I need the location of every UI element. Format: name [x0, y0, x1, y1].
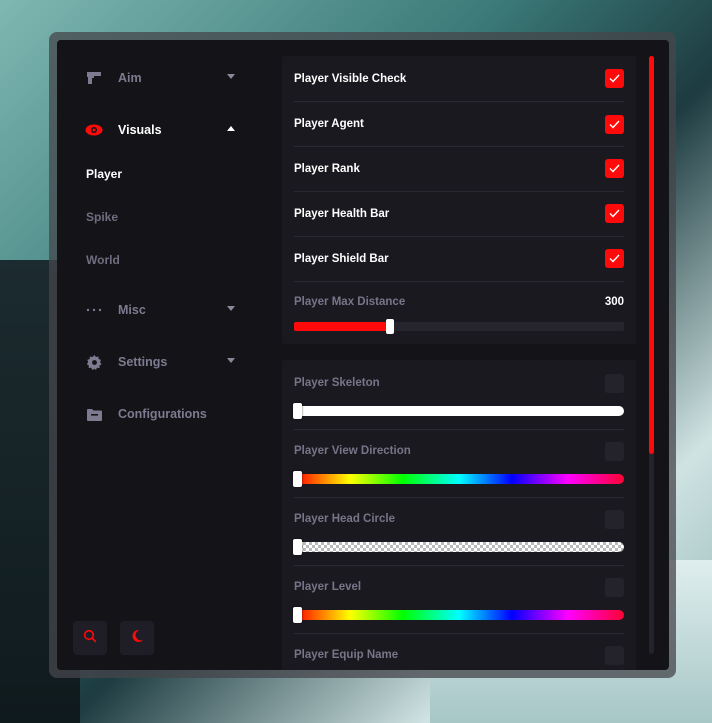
checkmark-icon — [609, 120, 620, 129]
checkmark-icon — [609, 209, 620, 218]
option-label: Player Health Bar — [294, 208, 390, 220]
option-label: Player Shield Bar — [294, 253, 389, 265]
sidebar-item-label: Misc — [118, 303, 146, 317]
sidebar-item-label: Settings — [118, 355, 168, 369]
max-distance-slider[interactable] — [294, 319, 624, 334]
sidebar-item-visuals[interactable]: Visuals — [85, 120, 235, 140]
option-row: Player Visible Check — [294, 56, 624, 102]
level-checkbox[interactable] — [605, 578, 624, 597]
equip-name-checkbox[interactable] — [605, 646, 624, 665]
search-icon — [83, 629, 97, 648]
slider-fill — [294, 322, 390, 331]
option-label: Player Skeleton — [294, 377, 380, 389]
option-label: Player Head Circle — [294, 513, 396, 525]
scrollbar[interactable] — [649, 56, 654, 654]
option-label: Player Max Distance — [294, 296, 406, 308]
sidebar-item-aim[interactable]: Aim — [85, 68, 235, 88]
view-direction-color-bar[interactable] — [293, 471, 624, 487]
option-label: Player Agent — [294, 118, 364, 130]
sidebar-item-misc[interactable]: Misc — [85, 300, 235, 320]
sidebar-sub-player[interactable]: Player — [86, 167, 122, 181]
skeleton-checkbox[interactable] — [605, 374, 624, 393]
option-row: Player Agent — [294, 102, 624, 147]
head-circle-checkbox[interactable] — [605, 510, 624, 529]
gear-icon — [85, 353, 103, 371]
option-label: Player Equip Name — [294, 649, 399, 661]
shield-bar-checkbox[interactable] — [605, 249, 624, 268]
checkmark-icon — [609, 254, 620, 263]
level-color-bar[interactable] — [293, 607, 624, 623]
option-label: Player View Direction — [294, 445, 411, 457]
option-row: Player Level — [293, 566, 624, 634]
option-row: Player Head Circle — [293, 498, 624, 566]
eye-icon — [85, 121, 103, 139]
color-handle[interactable] — [293, 607, 302, 623]
sidebar-item-label: Visuals — [118, 123, 162, 137]
dots-icon — [85, 301, 103, 319]
chevron-down-icon — [227, 306, 235, 311]
option-row: Player Max Distance 300 — [294, 282, 624, 344]
skeleton-color-bar[interactable] — [293, 403, 624, 419]
option-row: Player Shield Bar — [294, 237, 624, 282]
head-circle-color-bar[interactable] — [293, 539, 624, 555]
checkmark-icon — [609, 74, 620, 83]
option-row: Player Rank — [294, 147, 624, 192]
gun-icon — [85, 69, 103, 87]
checkmark-icon — [609, 164, 620, 173]
option-row: Player Skeleton — [293, 360, 624, 430]
sidebar-item-label: Configurations — [118, 407, 207, 421]
color-options-card: Player Skeleton Player View Direction Pl… — [282, 360, 636, 670]
sidebar-item-label: Aim — [118, 71, 142, 85]
moon-icon — [130, 629, 144, 648]
option-row: Player Health Bar — [294, 192, 624, 237]
option-row: Player Equip Name — [294, 634, 624, 670]
sidebar-item-configurations[interactable]: Configurations — [85, 404, 265, 424]
slider-handle[interactable] — [385, 319, 394, 334]
sidebar-item-settings[interactable]: Settings — [85, 352, 235, 372]
option-label: Player Level — [294, 581, 362, 593]
scrollbar-thumb[interactable] — [649, 56, 654, 454]
chevron-down-icon — [227, 358, 235, 363]
rank-checkbox[interactable] — [605, 159, 624, 178]
menu-window: Aim Visuals Player Spike World Misc Sett… — [57, 40, 669, 670]
health-bar-checkbox[interactable] — [605, 204, 624, 223]
view-direction-checkbox[interactable] — [605, 442, 624, 461]
sidebar: Aim Visuals Player Spike World Misc Sett… — [57, 40, 282, 670]
player-options-card: Player Visible Check Player Agent Player… — [282, 56, 636, 344]
color-handle[interactable] — [293, 539, 302, 555]
chevron-up-icon — [227, 126, 235, 131]
theme-button[interactable] — [120, 621, 154, 655]
sidebar-sub-spike[interactable]: Spike — [86, 210, 118, 224]
option-label: Player Visible Check — [294, 73, 407, 85]
sidebar-sub-world[interactable]: World — [86, 253, 120, 267]
agent-checkbox[interactable] — [605, 115, 624, 134]
color-handle[interactable] — [293, 403, 302, 419]
visible-check-checkbox[interactable] — [605, 69, 624, 88]
folder-icon — [85, 405, 103, 423]
option-label: Player Rank — [294, 163, 360, 175]
max-distance-value: 300 — [604, 296, 624, 308]
chevron-down-icon — [227, 74, 235, 79]
color-handle[interactable] — [293, 471, 302, 487]
option-row: Player View Direction — [293, 430, 624, 498]
search-button[interactable] — [73, 621, 107, 655]
